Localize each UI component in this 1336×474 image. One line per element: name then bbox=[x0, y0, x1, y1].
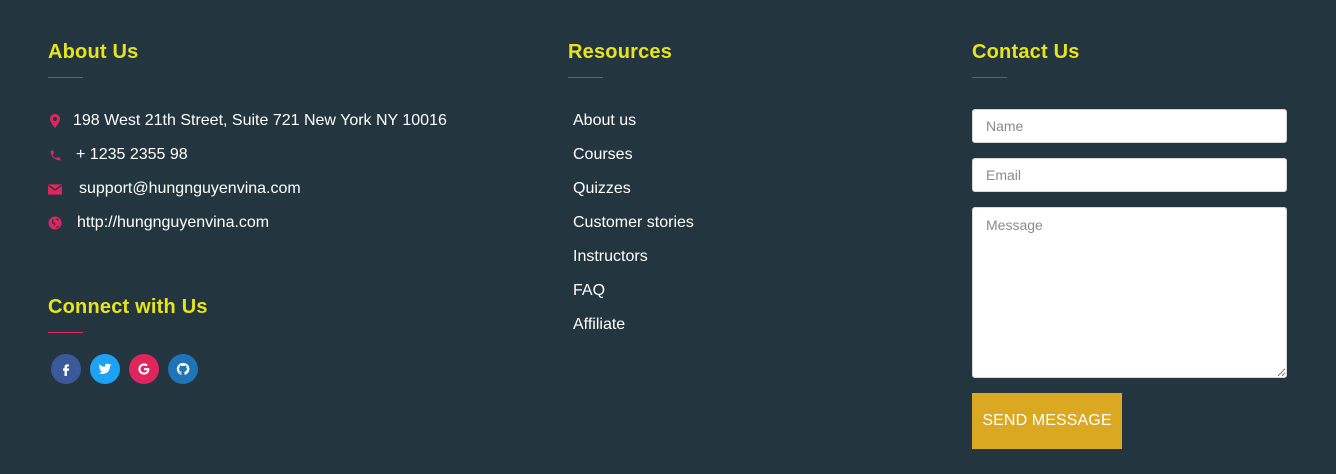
phone-text: + 1235 2355 98 bbox=[76, 146, 188, 163]
envelope-icon bbox=[48, 182, 62, 196]
email-row: support@hungnguyenvina.com bbox=[48, 177, 301, 201]
about-heading-underline bbox=[48, 77, 83, 78]
resources-heading: Resources bbox=[568, 41, 673, 63]
name-input[interactable] bbox=[972, 109, 1287, 143]
resource-link-affiliate[interactable]: Affiliate bbox=[573, 313, 694, 347]
resource-link-instructors[interactable]: Instructors bbox=[573, 245, 694, 279]
resources-list: About us Courses Quizzes Customer storie… bbox=[573, 109, 694, 347]
send-message-button[interactable]: SEND MESSAGE bbox=[972, 393, 1122, 449]
address-text: 198 West 21th Street, Suite 721 New York… bbox=[73, 112, 447, 129]
contact-heading-underline bbox=[972, 77, 1007, 78]
website-row: http://hungnguyenvina.com bbox=[48, 211, 269, 235]
resource-link-about-us[interactable]: About us bbox=[573, 109, 694, 143]
facebook-button[interactable] bbox=[51, 354, 81, 384]
social-links bbox=[51, 354, 198, 384]
map-pin-icon bbox=[48, 114, 62, 128]
phone-icon bbox=[48, 148, 62, 162]
facebook-icon bbox=[63, 364, 70, 376]
site-footer: About Us 198 West 21th Street, Suite 721… bbox=[0, 0, 1336, 474]
resource-link-faq[interactable]: FAQ bbox=[573, 279, 694, 313]
resource-link-quizzes[interactable]: Quizzes bbox=[573, 177, 694, 211]
phone-row: + 1235 2355 98 bbox=[48, 143, 188, 167]
address-row: 198 West 21th Street, Suite 721 New York… bbox=[48, 109, 447, 133]
github-icon bbox=[176, 362, 190, 375]
website-link[interactable]: http://hungnguyenvina.com bbox=[77, 214, 269, 232]
connect-heading-underline bbox=[48, 332, 83, 333]
about-heading: About Us bbox=[48, 41, 139, 63]
contact-heading: Contact Us bbox=[972, 41, 1080, 63]
resources-heading-underline bbox=[568, 77, 603, 78]
resource-link-customer-stories[interactable]: Customer stories bbox=[573, 211, 694, 245]
github-button[interactable] bbox=[168, 354, 198, 384]
connect-heading: Connect with Us bbox=[48, 296, 208, 318]
google-button[interactable] bbox=[129, 354, 159, 384]
globe-icon bbox=[48, 216, 62, 230]
google-icon bbox=[138, 363, 150, 375]
twitter-button[interactable] bbox=[90, 354, 120, 384]
email-input[interactable] bbox=[972, 158, 1287, 192]
message-textarea[interactable] bbox=[972, 207, 1287, 378]
twitter-icon bbox=[98, 363, 112, 375]
resource-link-courses[interactable]: Courses bbox=[573, 143, 694, 177]
email-link[interactable]: support@hungnguyenvina.com bbox=[79, 180, 301, 198]
